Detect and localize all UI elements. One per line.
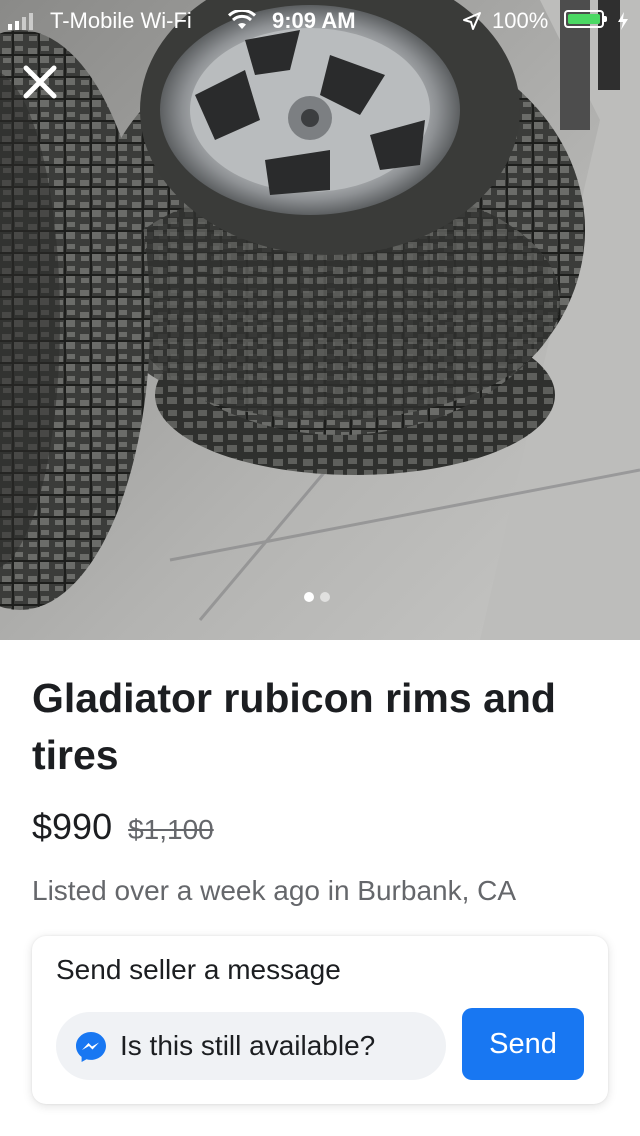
messenger-icon <box>74 1030 108 1071</box>
listing-title: Gladiator rubicon rims and tires <box>32 675 556 778</box>
close-icon <box>23 65 57 99</box>
tires-photo <box>0 0 640 640</box>
pager-dot-1[interactable] <box>304 592 314 602</box>
carrier-label: T-Mobile Wi-Fi <box>50 8 192 33</box>
listing-photo[interactable]: T-Mobile Wi-Fi 9:09 AM 100% <box>0 0 640 640</box>
price: $990 <box>32 806 113 847</box>
close-button[interactable] <box>20 62 60 102</box>
original-price: $1,100 <box>128 814 214 845</box>
status-bar: T-Mobile Wi-Fi 9:09 AM 100% <box>0 0 640 40</box>
card-title: Send seller a message <box>56 954 341 985</box>
message-input-text: Is this still available? <box>120 1030 376 1061</box>
battery-icon <box>564 10 607 28</box>
battery-percent: 100% <box>492 8 549 33</box>
message-input[interactable]: Is this still available? <box>56 1012 446 1080</box>
pager-dot-2[interactable] <box>320 592 330 602</box>
send-button[interactable]: Send <box>462 1008 584 1080</box>
listed-info: Listed over a week ago in Burbank, CA <box>32 875 517 906</box>
photo-pager[interactable] <box>304 592 330 602</box>
message-seller-card: Send seller a message Is this still avai… <box>32 936 608 1104</box>
clock: 9:09 AM <box>272 8 356 33</box>
price-row: $990 $1,100 <box>32 806 214 848</box>
signal-icon <box>8 12 33 30</box>
